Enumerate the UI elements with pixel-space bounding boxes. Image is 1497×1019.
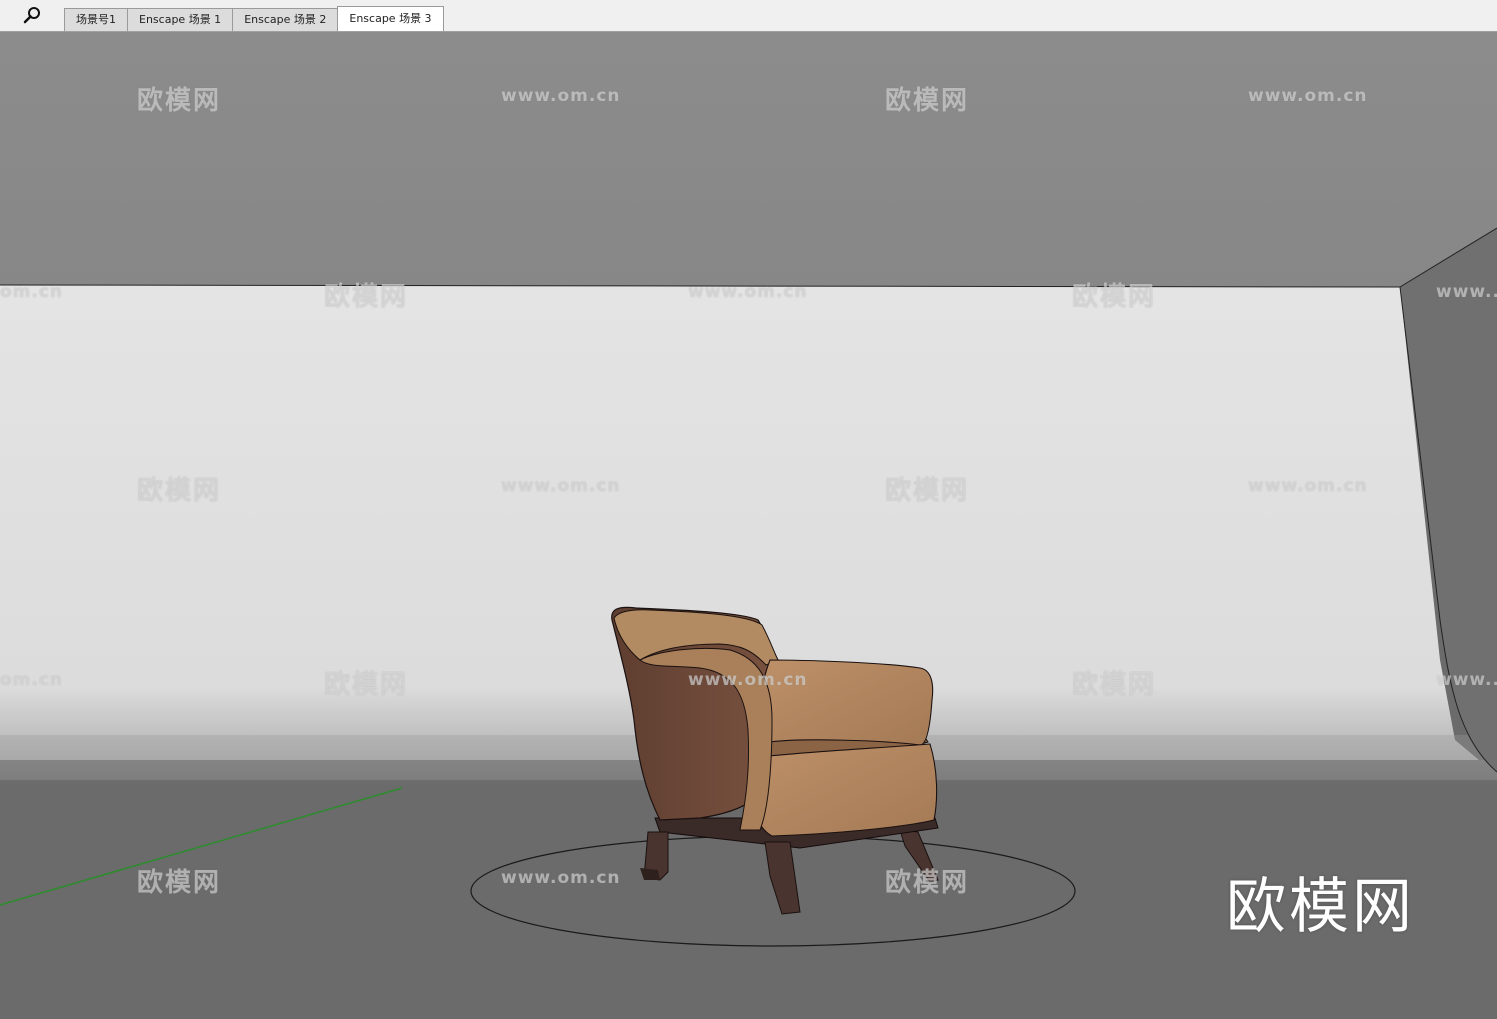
scene-tab-bar: 场景号1 Enscape 场景 1 Enscape 场景 2 Enscape 场… [0,0,1497,32]
scene-tabs: 场景号1 Enscape 场景 1 Enscape 场景 2 Enscape 场… [64,6,444,32]
tab-scene-1[interactable]: 场景号1 [64,8,128,31]
brand-logo: 欧模网 [1226,872,1415,942]
ceiling-plane [0,32,1497,287]
search-button[interactable] [16,4,48,28]
search-icon [23,7,40,24]
tab-enscape-scene-2[interactable]: Enscape 场景 2 [232,8,339,31]
tab-enscape-scene-1[interactable]: Enscape 场景 1 [127,8,234,31]
tab-enscape-scene-3[interactable]: Enscape 场景 3 [337,6,444,31]
